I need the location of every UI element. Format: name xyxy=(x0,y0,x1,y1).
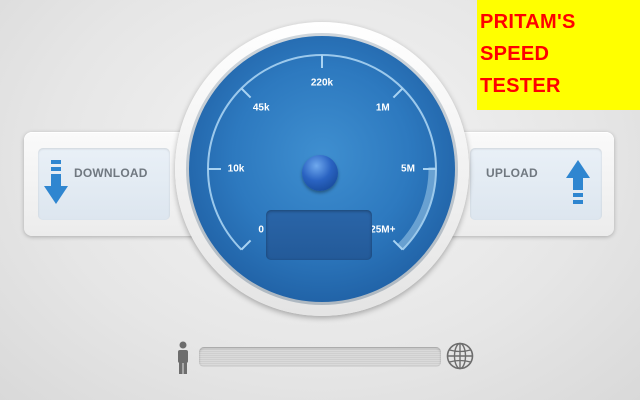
scale-label-45k: 45k xyxy=(252,102,270,114)
speed-readout xyxy=(266,210,372,260)
person-icon xyxy=(176,341,190,380)
scale-label-5m: 5M xyxy=(401,163,415,175)
scale-tick xyxy=(392,87,404,99)
scale-label-0: 0 xyxy=(258,224,264,236)
scale-label-25m: 25M+ xyxy=(370,224,396,236)
app-title-badge: PRITAM'S SPEED TESTER xyxy=(477,0,640,110)
title-line-3: TESTER xyxy=(480,75,561,97)
scale-tick xyxy=(240,87,252,99)
upload-panel: UPLOAD xyxy=(470,148,602,220)
needle-hub xyxy=(302,155,338,191)
scale-label-10k: 10k xyxy=(227,163,245,175)
upload-label: UPLOAD xyxy=(486,166,538,180)
progress-bar xyxy=(199,347,441,367)
scale-label-1m: 1M xyxy=(375,102,390,114)
globe-icon xyxy=(446,342,474,375)
scale-label-220k: 220k xyxy=(310,77,334,89)
scale-tick xyxy=(240,239,252,251)
download-label: DOWNLOAD xyxy=(74,166,148,180)
title-line-1: PRITAM'S xyxy=(480,11,576,33)
title-line-2: SPEED xyxy=(480,43,550,65)
download-arrow-icon xyxy=(44,160,68,211)
upload-arrow-icon xyxy=(566,160,590,211)
download-panel: DOWNLOAD xyxy=(38,148,170,220)
